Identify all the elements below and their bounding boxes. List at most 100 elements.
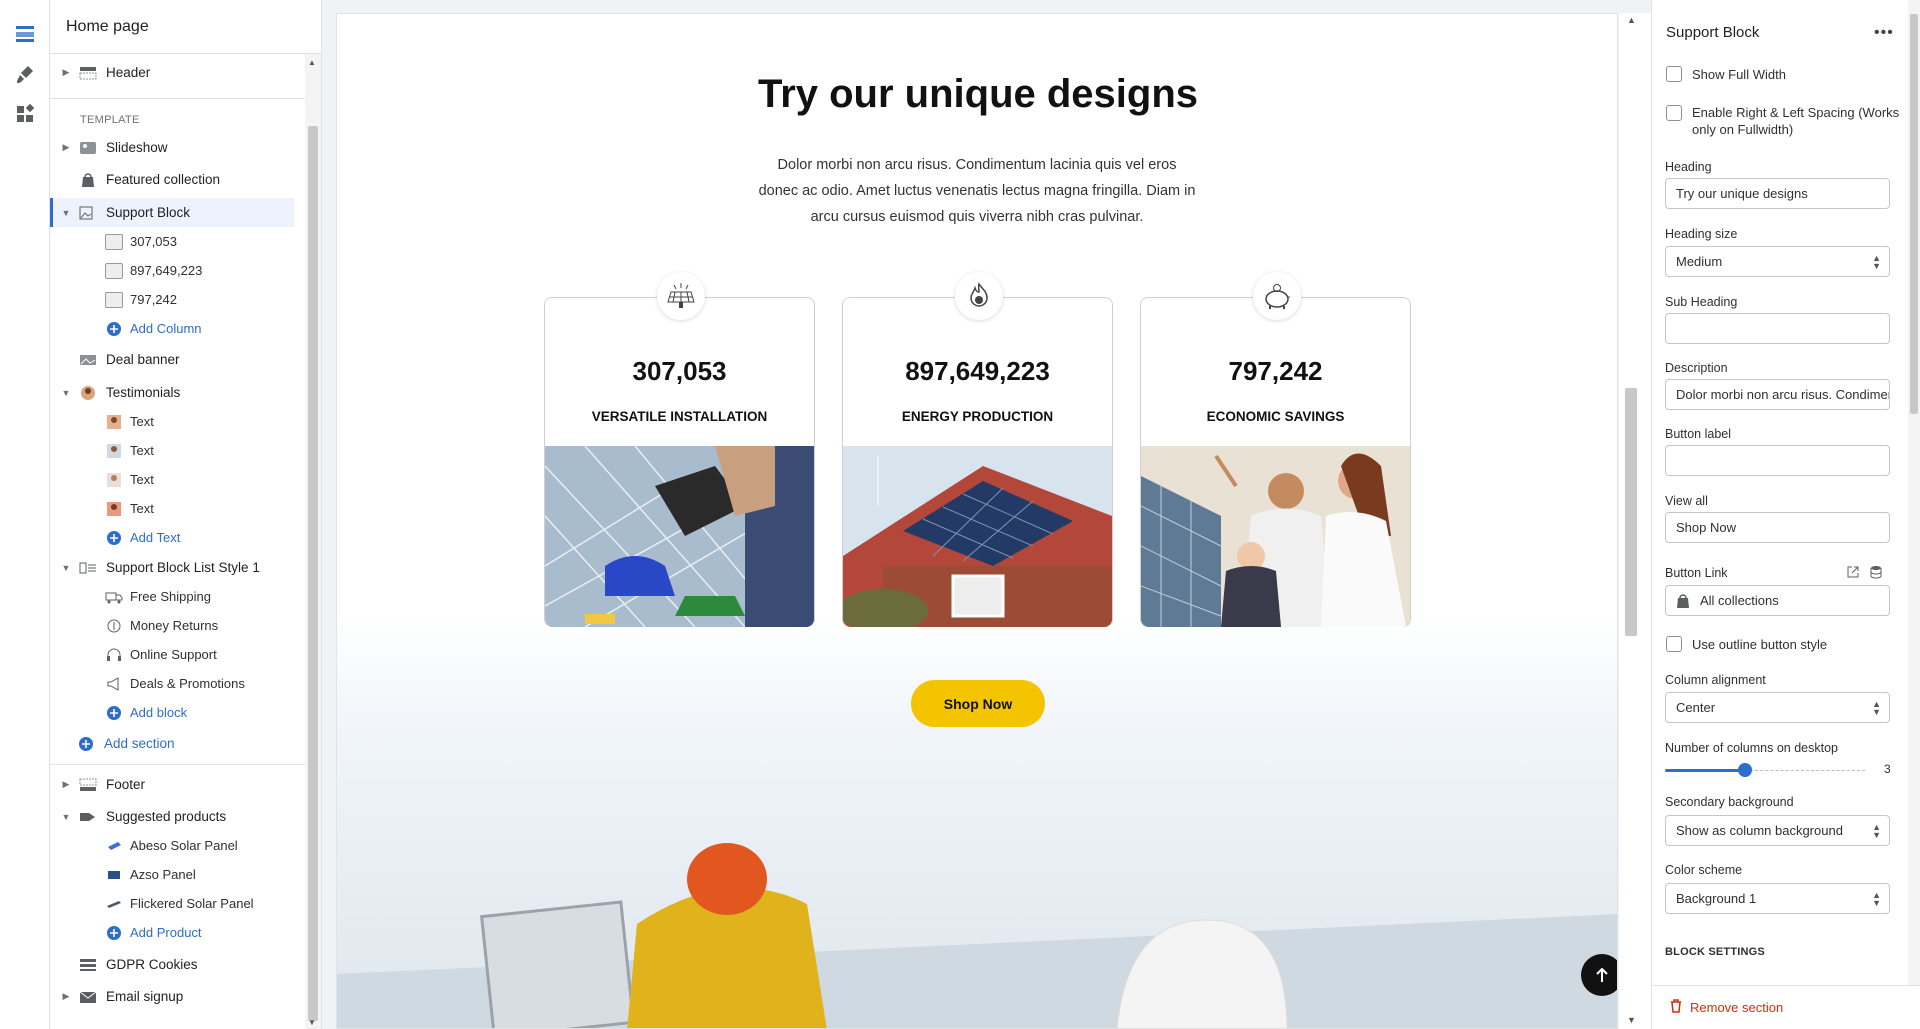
sidebar-item-slideshow[interactable]: ▶ Slideshow <box>50 133 294 162</box>
back-to-top-button[interactable] <box>1581 954 1617 996</box>
color-scheme-select[interactable]: Background 1 ▲ ▼ <box>1665 883 1890 914</box>
scrollbar-thumb[interactable] <box>1625 388 1637 636</box>
sidebar-subitem-product[interactable]: Abeso Solar Panel <box>50 831 294 860</box>
chevron-right-icon[interactable]: ▶ <box>60 779 72 790</box>
remove-section-button[interactable]: Remove section <box>1652 985 1920 1029</box>
stat-card: 897,649,223 ENERGY PRODUCTION <box>842 272 1113 627</box>
more-options-icon[interactable]: ••• <box>1874 24 1894 42</box>
show-full-width-checkbox[interactable] <box>1666 66 1682 82</box>
section-description: Dolor morbi non arcu risus. Condimentum … <box>758 157 1196 225</box>
avatar-icon <box>104 471 124 489</box>
button-link-label: Button Link <box>1665 566 1728 580</box>
heading-label: Heading <box>1665 160 1712 174</box>
scroll-up-icon[interactable]: ▲ <box>1627 15 1636 25</box>
view-all-field[interactable]: Shop Now <box>1665 512 1890 543</box>
sidebar-item-support-list[interactable]: ▼ Support Block List Style 1 <box>50 553 294 582</box>
columns-value: 3 <box>1884 762 1891 776</box>
template-label: TEMPLATE <box>80 114 140 126</box>
sidebar-item-header[interactable]: ▶ Header <box>50 58 294 87</box>
app-blocks-icon[interactable] <box>0 94 50 134</box>
stat-card: 307,053 VERSATILE INSTALLATION <box>544 272 815 627</box>
chevron-right-icon[interactable]: ▶ <box>60 991 72 1002</box>
database-icon[interactable] <box>1870 565 1882 584</box>
column-alignment-label: Column alignment <box>1665 673 1766 687</box>
scroll-down-icon[interactable]: ▼ <box>308 1018 316 1027</box>
sidebar-subitem-product[interactable]: Azso Panel <box>50 860 294 889</box>
button-label-field[interactable] <box>1665 445 1890 476</box>
chevron-down-icon[interactable]: ▼ <box>60 812 72 822</box>
truck-icon <box>104 588 124 606</box>
avatar-icon <box>78 384 98 402</box>
panel-scrollbar[interactable] <box>1908 0 1920 985</box>
sidebar-subitem-text[interactable]: Text <box>50 436 294 465</box>
external-link-icon[interactable] <box>1846 565 1860 584</box>
scrollbar-thumb[interactable] <box>1910 14 1918 414</box>
add-section-button[interactable]: Add section <box>50 729 294 758</box>
stat-title: ENERGY PRODUCTION <box>901 409 1054 424</box>
arrow-up-icon <box>1596 967 1608 982</box>
avatar-icon <box>104 413 124 431</box>
sidebar-item-testimonials[interactable]: ▼ Testimonials <box>50 378 294 407</box>
theme-settings-brush-icon[interactable] <box>0 54 50 94</box>
product-image-icon <box>104 866 124 884</box>
chevron-right-icon[interactable]: ▶ <box>60 142 72 153</box>
select-caret-icon: ▲ ▼ <box>1872 253 1881 271</box>
sidebar-subitem-text[interactable]: Text <box>50 494 294 523</box>
page-selector[interactable]: Home page <box>50 0 321 54</box>
enable-spacing-checkbox[interactable] <box>1666 105 1682 121</box>
columns-slider[interactable] <box>1665 763 1865 777</box>
layout-section-icon <box>78 956 98 974</box>
stat-number: 897,649,223 <box>905 356 1050 386</box>
scroll-down-icon[interactable]: ▼ <box>1627 1015 1636 1025</box>
worker-background-image <box>337 614 1617 1028</box>
sidebar-subitem-text[interactable]: Text <box>50 407 294 436</box>
heading-field[interactable]: Try our unique designs <box>1665 178 1890 209</box>
sidebar-item-suggested-products[interactable]: ▼ Suggested products <box>50 802 294 831</box>
chevron-right-icon[interactable]: ▶ <box>60 67 72 78</box>
settings-panel: Support Block ••• Show Full Width Enable… <box>1651 0 1920 1029</box>
section-heading: Try our unique designs <box>757 72 1199 116</box>
secondary-background-select[interactable]: Show as column background ▲ ▼ <box>1665 815 1890 846</box>
preview-canvas: Try our unique designs Dolor morbi non a… <box>322 0 1651 1029</box>
plus-circle-icon <box>104 529 124 547</box>
sidebar-subitem-online-support[interactable]: Online Support <box>50 640 294 669</box>
sidebar-subitem-product[interactable]: Flickered Solar Panel <box>50 889 294 918</box>
chevron-down-icon[interactable]: ▼ <box>60 563 72 573</box>
add-block-button[interactable]: Add block <box>50 698 294 727</box>
sidebar-subitem-money-returns[interactable]: Money Returns <box>50 611 294 640</box>
sidebar-subitem-column[interactable]: 897,649,223 <box>50 256 294 285</box>
sidebar-subitem-free-shipping[interactable]: Free Shipping <box>50 582 294 611</box>
sidebar-item-gdpr-cookies[interactable]: GDPR Cookies <box>50 950 294 979</box>
shop-now-button[interactable]: Shop Now <box>911 680 1045 727</box>
money-return-icon <box>104 617 124 635</box>
sidebar-item-featured-collection[interactable]: Featured collection <box>50 165 294 194</box>
sections-icon[interactable] <box>0 14 50 54</box>
secondary-background-label: Secondary background <box>1665 795 1794 809</box>
sidebar-item-email-signup[interactable]: ▶ Email signup <box>50 982 294 1011</box>
heading-size-label: Heading size <box>1665 227 1738 241</box>
sidebar-subitem-text[interactable]: Text <box>50 465 294 494</box>
column-alignment-select[interactable]: Center ▲ ▼ <box>1665 692 1890 723</box>
heading-size-select[interactable]: Medium ▲ ▼ <box>1665 246 1890 277</box>
sub-heading-label: Sub Heading <box>1665 295 1738 309</box>
sidebar-scrollbar[interactable]: ▲ ▼ <box>305 54 321 1029</box>
sidebar-subitem-column[interactable]: 307,053 <box>50 227 294 256</box>
add-product-button[interactable]: Add Product <box>50 918 294 947</box>
description-field[interactable]: Dolor morbi non arcu risus. Condimentum <box>1665 379 1890 410</box>
sidebar-subitem-deals-promotions[interactable]: Deals & Promotions <box>50 669 294 698</box>
sub-heading-field[interactable] <box>1665 313 1890 344</box>
scrollbar-thumb[interactable] <box>308 126 318 1021</box>
slider-handle[interactable] <box>1738 763 1752 777</box>
sidebar-item-support-block[interactable]: ▼ Support Block <box>50 198 294 227</box>
add-column-button[interactable]: Add Column <box>50 314 294 343</box>
chevron-down-icon[interactable]: ▼ <box>60 208 72 218</box>
add-text-button[interactable]: Add Text <box>50 523 294 552</box>
sidebar-subitem-column[interactable]: 797,242 <box>50 285 294 314</box>
button-link-field[interactable]: All collections <box>1665 585 1890 616</box>
outline-style-checkbox[interactable] <box>1666 636 1682 652</box>
preview-scrollbar[interactable]: ▲ ▼ <box>1619 13 1651 1029</box>
sidebar-item-deal-banner[interactable]: Deal banner <box>50 345 294 374</box>
sidebar-item-footer[interactable]: ▶ Footer <box>50 770 294 799</box>
chevron-down-icon[interactable]: ▼ <box>60 388 72 398</box>
scroll-up-icon[interactable]: ▲ <box>308 58 316 67</box>
